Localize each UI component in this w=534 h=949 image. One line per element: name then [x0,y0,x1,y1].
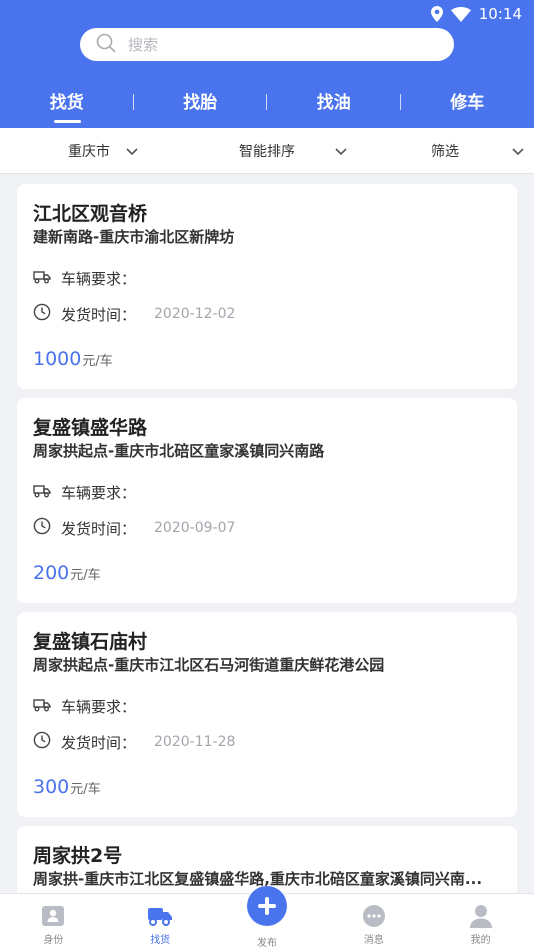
price-amount: 200 [33,562,70,584]
filter-label: 筛选 [431,143,459,160]
ship-time-row: 发货时间： 2020-12-02 [33,303,235,325]
vehicle-label: 车辆要求： [61,270,137,288]
nav-label: 发布 [256,938,277,949]
id-icon [41,904,65,928]
search-placeholder: 搜索 [128,36,159,54]
card-title: 江北区观音桥 [33,203,148,225]
nav-publish[interactable]: 发布 [214,886,321,949]
card-title: 复盛镇盛华路 [33,417,148,439]
price: 1000 元/车 [33,348,113,370]
top-tabs: 找货 找胎 找油 修车 [0,88,534,124]
screen-filter[interactable]: 筛选 [356,128,534,173]
city-filter[interactable]: 重庆市 [0,128,178,173]
card-route: 周家拱起点-重庆市江北区石马河街道重庆鲜花港公园 [33,656,385,674]
location-icon [430,6,443,22]
vehicle-requirement-row: 车辆要求： [33,482,154,503]
status-time: 10:14 [478,5,522,23]
price-amount: 1000 [33,348,82,370]
plus-icon[interactable] [246,886,287,926]
card-title: 周家拱2号 [33,845,123,867]
ship-time-row: 发货时间： 2020-11-28 [33,731,235,753]
tab-label: 找油 [316,93,351,113]
filter-bar: 重庆市 智能排序 筛选 [0,128,534,174]
price-unit: 元/车 [82,354,113,369]
nav-label: 我的 [470,935,491,946]
ship-time-row: 发货时间： 2020-09-07 [33,517,235,539]
price-unit: 元/车 [70,782,101,797]
clock-icon [33,731,51,753]
status-bar: 10:14 [430,4,522,24]
ship-time-value: 2020-11-28 [154,734,236,750]
cargo-card[interactable]: 江北区观音桥 建新南路-重庆市渝北区新牌坊 车辆要求： 发货时间： 2020-1… [17,184,517,389]
tab-label: 找胎 [183,93,218,113]
price-amount: 300 [33,776,70,798]
chevron-down-icon [126,144,138,160]
nav-find-goods[interactable]: 找货 [107,894,214,949]
vehicle-requirement-row: 车辆要求： [33,696,154,717]
filter-label: 重庆市 [68,143,110,160]
nav-mine[interactable]: 我的 [427,894,534,949]
tab-find-goods[interactable]: 找货 [0,88,134,124]
ship-time-value: 2020-12-02 [154,306,236,322]
card-route: 建新南路-重庆市渝北区新牌坊 [33,228,235,246]
price-unit: 元/车 [70,568,101,583]
clock-icon [33,517,51,539]
nav-label: 找货 [150,935,171,946]
vehicle-label: 车辆要求： [61,698,137,716]
tab-find-fuel[interactable]: 找油 [267,88,401,124]
tab-find-tires[interactable]: 找胎 [134,88,267,124]
filter-label: 智能排序 [239,143,295,160]
ship-time-label: 发货时间： [61,733,137,752]
cargo-card[interactable]: 周家拱2号 周家拱-重庆市江北区复盛镇盛华路,重庆市北碚区童家溪镇同兴南... [17,826,517,893]
cargo-card[interactable]: 复盛镇石庙村 周家拱起点-重庆市江北区石马河街道重庆鲜花港公园 车辆要求： 发货… [17,612,517,817]
nav-messages[interactable]: 消息 [320,894,427,949]
truck-icon [33,698,51,716]
tab-label: 找货 [49,93,84,113]
clock-icon [33,303,51,325]
app-header: 10:14 搜索 找货 找胎 找油 修车 [0,0,534,128]
search-input[interactable]: 搜索 [80,28,454,61]
user-icon [469,904,492,928]
tab-label: 修车 [450,93,485,113]
bottom-nav: 身份 找货 发布 消息 我的 [0,886,534,949]
message-icon [362,904,386,928]
wifi-icon [450,6,471,22]
nav-label: 消息 [363,935,384,946]
active-tab-indicator [53,120,81,123]
cargo-card[interactable]: 复盛镇盛华路 周家拱起点-重庆市北碚区童家溪镇同兴南路 车辆要求： 发货时间： … [17,398,517,603]
truck-icon [33,484,51,502]
sort-filter[interactable]: 智能排序 [178,128,356,173]
nav-identity[interactable]: 身份 [0,894,107,949]
ship-time-label: 发货时间： [61,519,137,538]
ship-time-label: 发货时间： [61,305,137,324]
ship-time-value: 2020-09-07 [154,520,236,536]
vehicle-requirement-row: 车辆要求： [33,268,154,289]
truck-icon [147,904,173,928]
chevron-down-icon [512,144,524,160]
search-icon [96,33,116,57]
vehicle-label: 车辆要求： [61,484,137,502]
nav-label: 身份 [43,935,64,946]
truck-icon [33,270,51,288]
tab-repair[interactable]: 修车 [401,88,534,124]
chevron-down-icon [335,144,347,160]
card-title: 复盛镇石庙村 [33,631,148,653]
price: 200 元/车 [33,562,101,584]
price: 300 元/车 [33,776,101,798]
card-route: 周家拱起点-重庆市北碚区童家溪镇同兴南路 [33,442,325,460]
